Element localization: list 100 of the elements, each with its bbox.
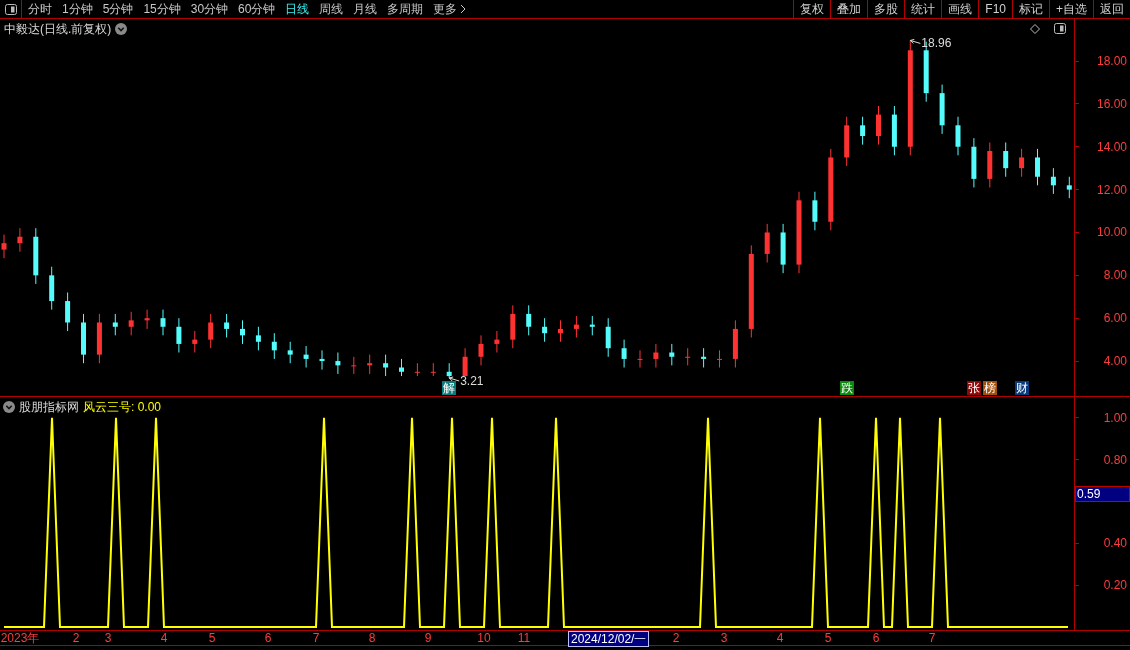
candle xyxy=(1066,176,1072,199)
candle xyxy=(844,116,850,167)
candle xyxy=(33,227,39,285)
date-label: 2023年 xyxy=(0,631,40,645)
candle xyxy=(478,334,484,366)
toolbar-button[interactable]: 复权 xyxy=(793,0,831,18)
candle xyxy=(287,341,293,364)
period-tab[interactable]: 30分钟 xyxy=(190,0,229,18)
date-label: 9 xyxy=(424,631,432,645)
candle xyxy=(240,319,245,345)
candle xyxy=(621,339,627,368)
toolbar-button[interactable]: 返回 xyxy=(1093,0,1130,18)
event-badge[interactable]: 张 xyxy=(966,381,981,395)
candle xyxy=(494,330,500,353)
date-label: 5 xyxy=(208,631,216,645)
toolbar-button[interactable]: F10 xyxy=(978,0,1012,18)
date-label: 2 xyxy=(72,631,80,645)
candle xyxy=(876,105,881,146)
axis-label: 0.40 xyxy=(1103,536,1128,551)
axis-label: 4.00 xyxy=(1103,354,1128,369)
candle xyxy=(176,317,182,353)
axis-label: 12.00 xyxy=(1096,182,1128,197)
date-label: 6 xyxy=(264,631,272,645)
candle xyxy=(446,362,452,379)
toolbar-button[interactable]: 叠加 xyxy=(830,0,868,18)
candle xyxy=(49,266,55,311)
candle xyxy=(1035,148,1040,186)
event-badge[interactable]: 榜 xyxy=(982,381,997,395)
date-label: 7 xyxy=(928,631,936,645)
annotation: 18.96 xyxy=(921,36,952,51)
panel-icon[interactable] xyxy=(1054,23,1066,34)
axis-label: 8.00 xyxy=(1103,268,1128,283)
indicator-source: 股朋指标网 xyxy=(19,399,79,416)
date-label: 3 xyxy=(104,631,112,645)
candle xyxy=(303,345,309,368)
stock-title: 中毅达(日线.前复权) xyxy=(4,20,112,38)
candle xyxy=(971,137,977,188)
period-tab[interactable]: 分时 xyxy=(28,0,52,18)
candle xyxy=(605,317,611,358)
candle xyxy=(589,315,595,336)
panel-icon[interactable] xyxy=(4,3,17,15)
axis-label: 1.00 xyxy=(1103,410,1128,425)
dropdown-icon[interactable] xyxy=(115,22,128,35)
date-label: 8 xyxy=(368,631,376,645)
axis-label: 10.00 xyxy=(1096,225,1128,240)
axis-label: 16.00 xyxy=(1096,96,1128,111)
cursor-value: 0.59 xyxy=(1075,486,1130,502)
candle xyxy=(526,304,532,336)
period-tab[interactable]: 月线 xyxy=(353,0,378,18)
event-badge[interactable]: 跌 xyxy=(839,381,854,395)
candle xyxy=(351,356,357,375)
date-label: 4 xyxy=(160,631,168,645)
toolbar-button[interactable]: +自选 xyxy=(1049,0,1093,18)
toolbar-button[interactable]: 统计 xyxy=(904,0,942,18)
candle xyxy=(319,349,325,371)
candle xyxy=(192,330,198,353)
period-tab[interactable]: 5分钟 xyxy=(102,0,134,18)
candle xyxy=(637,349,643,368)
axis-label: 14.00 xyxy=(1096,139,1128,154)
period-tab[interactable]: 15分钟 xyxy=(143,0,181,18)
date-label: 6 xyxy=(872,631,880,645)
toolbar-button[interactable]: 画线 xyxy=(941,0,979,18)
date-label: 7 xyxy=(312,631,320,645)
axis-label: 18.00 xyxy=(1096,54,1128,68)
candle xyxy=(860,116,866,146)
candle xyxy=(510,304,516,349)
candle xyxy=(653,343,659,368)
candle xyxy=(558,319,563,343)
candle xyxy=(717,349,722,368)
candle xyxy=(1003,141,1009,178)
date-label: 11 xyxy=(517,631,531,645)
period-tab[interactable]: 更多 xyxy=(433,0,467,18)
candle xyxy=(430,362,436,377)
dropdown-icon[interactable] xyxy=(3,401,15,413)
toolbar-button[interactable]: 标记 xyxy=(1012,0,1049,18)
candle xyxy=(335,352,341,375)
date-label: 4 xyxy=(776,631,784,645)
period-tab[interactable]: 60分钟 xyxy=(238,0,276,18)
toolbar-button[interactable]: 多股 xyxy=(867,0,905,18)
annotation: 3.21 xyxy=(460,374,484,388)
period-tab[interactable]: 日线 xyxy=(285,0,310,18)
period-tab[interactable]: 周线 xyxy=(319,0,344,18)
candle xyxy=(939,84,945,135)
event-badge[interactable]: 财 xyxy=(1014,381,1029,395)
period-tab[interactable]: 1分钟 xyxy=(62,0,93,18)
candle xyxy=(383,354,389,377)
candle xyxy=(669,343,675,366)
candle xyxy=(732,319,738,368)
candle xyxy=(128,311,134,336)
cursor-date: 2024/12/02/一 xyxy=(568,631,650,647)
date-label: 2 xyxy=(672,631,680,645)
candle xyxy=(573,315,579,338)
candle xyxy=(1,234,7,259)
candle xyxy=(462,347,468,377)
candle xyxy=(112,313,118,336)
candle xyxy=(685,347,691,366)
date-label: 10 xyxy=(477,631,491,645)
candle xyxy=(160,309,166,336)
period-tab[interactable]: 多周期 xyxy=(387,0,424,18)
diamond-icon[interactable] xyxy=(1030,23,1040,34)
